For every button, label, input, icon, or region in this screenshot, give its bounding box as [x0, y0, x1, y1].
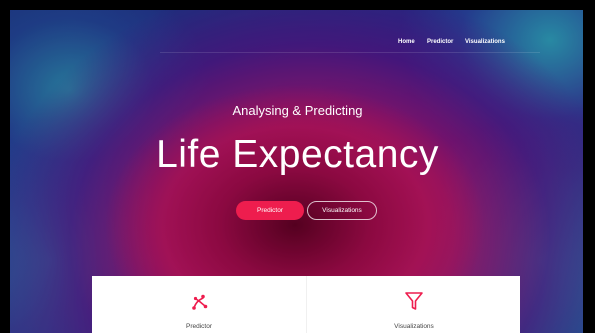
predictor-button[interactable]: Predictor — [236, 201, 304, 220]
feature-label-visualizations: Visualizations — [394, 323, 434, 330]
hero-subtitle: Analysing & Predicting — [232, 103, 363, 118]
feature-label-predictor: Predictor — [185, 323, 212, 330]
funnel-icon — [405, 292, 423, 310]
hero-title: Life Expectancy — [156, 133, 439, 176]
visualizations-button[interactable]: Visualizations — [307, 201, 377, 220]
nav-link-predictor[interactable]: Predictor — [427, 39, 453, 45]
nav-divider — [160, 52, 540, 53]
feature-cards: Predictor Visualizations — [92, 276, 520, 333]
nav-link-visualizations[interactable]: Visualizations — [465, 39, 505, 45]
feature-card-visualizations[interactable]: Visualizations — [306, 276, 521, 333]
nav-link-home[interactable]: Home — [398, 39, 415, 45]
browser-frame: Home Predictor Visualizations Analysing … — [0, 0, 595, 333]
branch-icon — [192, 294, 208, 310]
feature-card-predictor[interactable]: Predictor — [92, 276, 306, 333]
